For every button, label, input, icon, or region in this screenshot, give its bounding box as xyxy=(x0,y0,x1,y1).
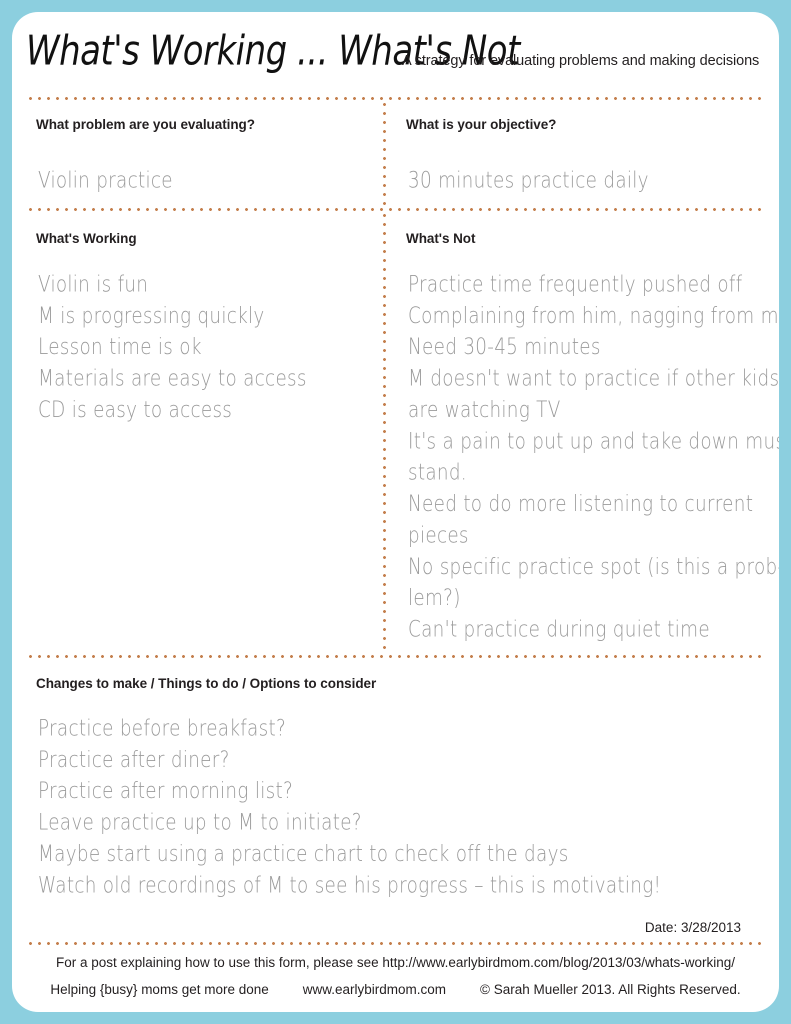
answer-line: Lesson time is ok xyxy=(38,332,202,360)
answer-line: Maybe start using a practice chart to ch… xyxy=(38,839,569,867)
answer-line: stand. xyxy=(408,458,467,486)
footer-post-note: For a post explaining how to use this fo… xyxy=(55,955,736,970)
worksheet-page: What's Working ... What's Not A strategy… xyxy=(0,0,791,1024)
answer-line: Complaining from him, nagging from me xyxy=(408,301,779,329)
answer-line: Practice time frequently pushed off xyxy=(408,270,743,298)
date-field[interactable]: Date: 3/28/2013 xyxy=(645,920,741,935)
answer-line: M doesn't want to practice if other kids xyxy=(408,364,779,392)
answer-line: It's a pain to put up and take down musi… xyxy=(408,427,779,454)
label-objective: What is your objective? xyxy=(406,117,557,132)
worksheet-header: What's Working ... What's Not A strategy… xyxy=(12,12,779,95)
footer-copyright: © Sarah Mueller 2013. All Rights Reserve… xyxy=(480,982,741,997)
answer-line: Practice before breakfast? xyxy=(38,714,286,742)
answer-line: Can't practice during quiet time xyxy=(408,615,710,643)
answer-line: Leave practice up to M to initiate? xyxy=(38,808,362,836)
label-changes-to-make: Changes to make / Things to do / Options… xyxy=(36,676,377,691)
divider-vertical-upper xyxy=(383,100,386,208)
answer-line: Need to do more listening to current xyxy=(408,489,754,517)
answer-line: CD is easy to access xyxy=(38,395,233,423)
divider-vertical-lower xyxy=(383,211,386,655)
footer-site: www.earlybirdmom.com xyxy=(302,982,447,997)
divider-bottom xyxy=(26,655,765,658)
answer-line: No specific practice spot (is this a pro… xyxy=(408,552,779,580)
answer-changes-to-make[interactable]: Practice before breakfast? Practice after… xyxy=(38,712,661,900)
answer-problem[interactable]: Violin practice xyxy=(38,164,173,195)
footer-tagline: Helping {busy} moms get more done xyxy=(50,982,269,997)
page-subtitle: A strategy for evaluating problems and m… xyxy=(402,53,760,69)
divider-top xyxy=(26,97,765,100)
answer-line: Practice after morning list? xyxy=(38,776,293,804)
answer-objective[interactable]: 30 minutes practice daily xyxy=(408,164,649,195)
answer-line: Need 30-45 minutes xyxy=(408,332,601,360)
divider-footer xyxy=(26,942,765,945)
answer-whats-not[interactable]: Practice time frequently pushed off Compl… xyxy=(408,268,779,644)
answer-line: M is progressing quickly xyxy=(38,301,265,329)
answer-line: pieces xyxy=(408,521,469,548)
answer-line: Violin is fun xyxy=(38,270,149,298)
divider-middle xyxy=(26,208,765,211)
footer-credits: Helping {busy} moms get more done www.ear… xyxy=(12,982,779,997)
answer-whats-working[interactable]: Violin is fun M is progressing quickly Les… xyxy=(38,268,307,425)
label-whats-working: What's Working xyxy=(36,231,137,246)
answer-line: Materials are easy to access xyxy=(38,364,307,392)
label-problem: What problem are you evaluating? xyxy=(36,117,255,132)
answer-line: Practice after diner? xyxy=(38,745,230,773)
answer-line: lem?) xyxy=(408,583,461,611)
label-whats-not: What's Not xyxy=(406,231,476,246)
worksheet-card: What's Working ... What's Not A strategy… xyxy=(12,12,779,1012)
answer-line: are watching TV xyxy=(408,395,561,423)
answer-line: Watch old recordings of M to see his pro… xyxy=(38,871,662,898)
